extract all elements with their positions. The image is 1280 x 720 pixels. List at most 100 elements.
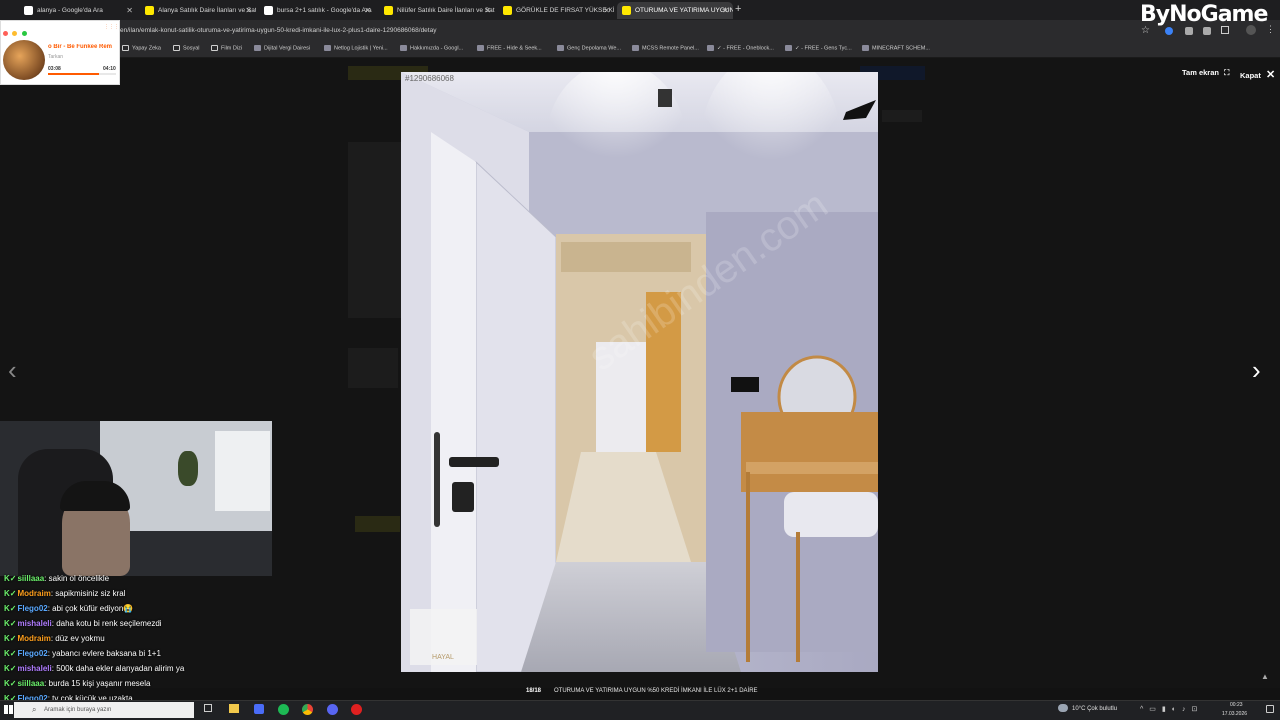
brand-logo: ByNoGame: [1140, 2, 1268, 27]
chat-username[interactable]: Flego02: [17, 604, 47, 613]
extension-icon[interactable]: [1185, 27, 1193, 35]
music-title: o Bir - Be Funkee Rem: [48, 44, 113, 50]
chat-message: K✓Modraim: düz ev yokmu: [4, 634, 105, 643]
chat-message: K✓Modraim: sapikmisiniz siz kral: [4, 589, 126, 598]
bookmark-item[interactable]: MCSS Remote Panel...: [632, 45, 699, 51]
folder-icon: [122, 45, 129, 51]
chat-username[interactable]: Modraim: [17, 589, 50, 598]
weather-text[interactable]: 10°C Çok bulutlu: [1072, 706, 1117, 712]
record-app-icon[interactable]: [351, 704, 362, 715]
bookmark-item[interactable]: ✓ - FREE - Gens Tyc...: [785, 45, 852, 51]
page-icon: [707, 45, 714, 51]
chat-username[interactable]: siillaaa: [17, 679, 44, 688]
extension-icon[interactable]: [1165, 27, 1173, 35]
image-caption: OTURUMA VE YATIRIMA UYGUN %50 KREDİ İMKA…: [554, 688, 758, 694]
windows-start-icon[interactable]: [4, 705, 13, 714]
bookmark-item[interactable]: ✓ - FREE - Oneblock...: [707, 45, 774, 51]
bookmark-item[interactable]: FREE - Hide & Seek...: [477, 45, 542, 51]
close-button[interactable]: Kapat ✕: [1240, 68, 1275, 81]
chat-message: K✓mishaleli: 500k daha ekler alanyadan a…: [4, 664, 184, 673]
file-explorer-icon[interactable]: [229, 704, 239, 713]
system-tray-icons[interactable]: ^▭▮◐♪⊡: [1140, 705, 1203, 713]
chat-badge-icon: K✓: [4, 589, 17, 598]
browser-tab[interactable]: Nilüfer Satılık Daire İlanları ve Satılı…: [379, 2, 495, 19]
bookmark-item[interactable]: Genç Depolama We...: [557, 45, 621, 51]
music-widget-menu[interactable]: ⋮⋮⋮: [104, 24, 119, 30]
taskbar-search-input[interactable]: ⌕ Aramak için buraya yazın: [14, 702, 194, 718]
chat-text: 500k daha ekler alanyadan alirim ya: [56, 664, 185, 673]
chat-username[interactable]: siillaaa: [17, 574, 44, 583]
notification-icon[interactable]: [1266, 705, 1274, 713]
close-tab-icon[interactable]: ✕: [603, 2, 610, 19]
chat-text: düz ev yokmu: [55, 634, 105, 643]
chat-username[interactable]: mishaleli: [17, 664, 51, 673]
browser-tab[interactable]: OTURUMA VE YATIRIMA UYGUN ✕: [617, 2, 733, 19]
bookmark-item[interactable]: Hakkımızda - Googl...: [400, 45, 463, 51]
bookmark-label: Yapay Zeka: [132, 45, 161, 52]
google-icon: [24, 6, 33, 15]
album-art: [3, 40, 45, 80]
next-arrow-icon[interactable]: ›: [1252, 355, 1261, 386]
page-icon: [785, 45, 792, 51]
chat-message: K✓mishaleli: daha kotu bi renk seçilemez…: [4, 619, 162, 628]
listing-id: #1290686068: [405, 74, 454, 83]
chat-badge-icon: K✓: [4, 634, 17, 643]
app-icon[interactable]: [254, 704, 264, 714]
music-total-time: 04:10: [103, 66, 116, 72]
bookmark-label: MINECRAFT SCHEM...: [872, 45, 930, 52]
tab-label: Nilüfer Satılık Daire İlanları ve Satılı…: [397, 7, 495, 14]
url-text[interactable]: en/ilan/emlak-konut-satilik-oturuma-ve-y…: [120, 27, 436, 34]
bookmark-item[interactable]: Dijital Vergi Dairesi: [254, 45, 310, 51]
chat-badge-icon: K✓: [4, 604, 17, 613]
spotify-icon[interactable]: [278, 704, 289, 715]
chat-username[interactable]: mishaleli: [17, 619, 51, 628]
bookmark-item[interactable]: MINECRAFT SCHEM...: [862, 45, 930, 51]
bookmark-item[interactable]: Film Dizi: [211, 45, 242, 51]
scroll-top-icon[interactable]: ▲: [1261, 672, 1269, 681]
page-icon: [324, 45, 331, 51]
close-tab-icon[interactable]: ✕: [722, 2, 729, 19]
new-tab-button[interactable]: +: [735, 3, 741, 15]
clock-date[interactable]: 17.03.2026: [1222, 711, 1247, 717]
page-icon: [254, 45, 261, 51]
browser-tab[interactable]: GÖRÜKLE DE FIRSAT YÜKSE KİR ✕: [498, 2, 614, 19]
page-icon: [632, 45, 639, 51]
music-current-time: 03:08: [48, 66, 61, 72]
chat-username[interactable]: Flego02: [17, 649, 47, 658]
close-tab-icon[interactable]: ✕: [245, 2, 252, 19]
chat-message: K✓Flego02: yabancı evlere baksana bi 1+1: [4, 649, 161, 658]
chat-badge-icon: K✓: [4, 649, 17, 658]
close-tab-icon[interactable]: ✕: [126, 2, 133, 19]
bookmark-label: Sosyal: [183, 45, 200, 52]
close-tab-icon[interactable]: ✕: [484, 2, 491, 19]
task-view-icon[interactable]: [204, 704, 212, 712]
bookmark-item[interactable]: Netlog Lojistik | Yeni...: [324, 45, 388, 51]
weather-icon[interactable]: [1058, 704, 1068, 712]
previous-arrow-icon[interactable]: ‹: [8, 355, 17, 386]
tab-label: alanya - Google'da Ara: [37, 7, 103, 14]
listing-photo[interactable]: HAYAL sahibinden.com: [401, 72, 878, 672]
bookmark-item[interactable]: Sosyal: [173, 45, 200, 51]
puzzle-icon[interactable]: [1221, 26, 1229, 34]
chrome-icon[interactable]: [302, 704, 313, 715]
browser-tab[interactable]: alanya - Google'da Ara ✕: [19, 2, 137, 19]
page-icon: [862, 45, 869, 51]
extension-icon[interactable]: [1203, 27, 1211, 35]
chat-badge-icon: K✓: [4, 679, 17, 688]
folder-icon: [211, 45, 218, 51]
tab-label: OTURUMA VE YATIRIMA UYGUN: [635, 7, 733, 14]
sahibinden-icon: [622, 6, 631, 15]
close-icon: ✕: [1265, 69, 1276, 81]
tab-label: GÖRÜKLE DE FIRSAT YÜKSE KİR: [516, 7, 614, 14]
bookmark-item[interactable]: Yapay Zeka: [122, 45, 161, 51]
bookmark-label: Genç Depolama We...: [567, 45, 622, 52]
sahibinden-icon: [503, 6, 512, 15]
page-icon: [400, 45, 407, 51]
clock-time[interactable]: 00:23: [1230, 702, 1243, 708]
discord-icon[interactable]: [327, 704, 338, 715]
fullscreen-button[interactable]: Tam ekran ⛶: [1182, 68, 1229, 78]
chat-username[interactable]: Modraim: [17, 634, 50, 643]
browser-tab[interactable]: Alanya Satılık Daire İlanları ve Satılık…: [140, 2, 256, 19]
browser-tab[interactable]: bursa 2+1 satılık - Google'da Ara ✕: [259, 2, 375, 19]
close-tab-icon[interactable]: ✕: [364, 2, 371, 19]
